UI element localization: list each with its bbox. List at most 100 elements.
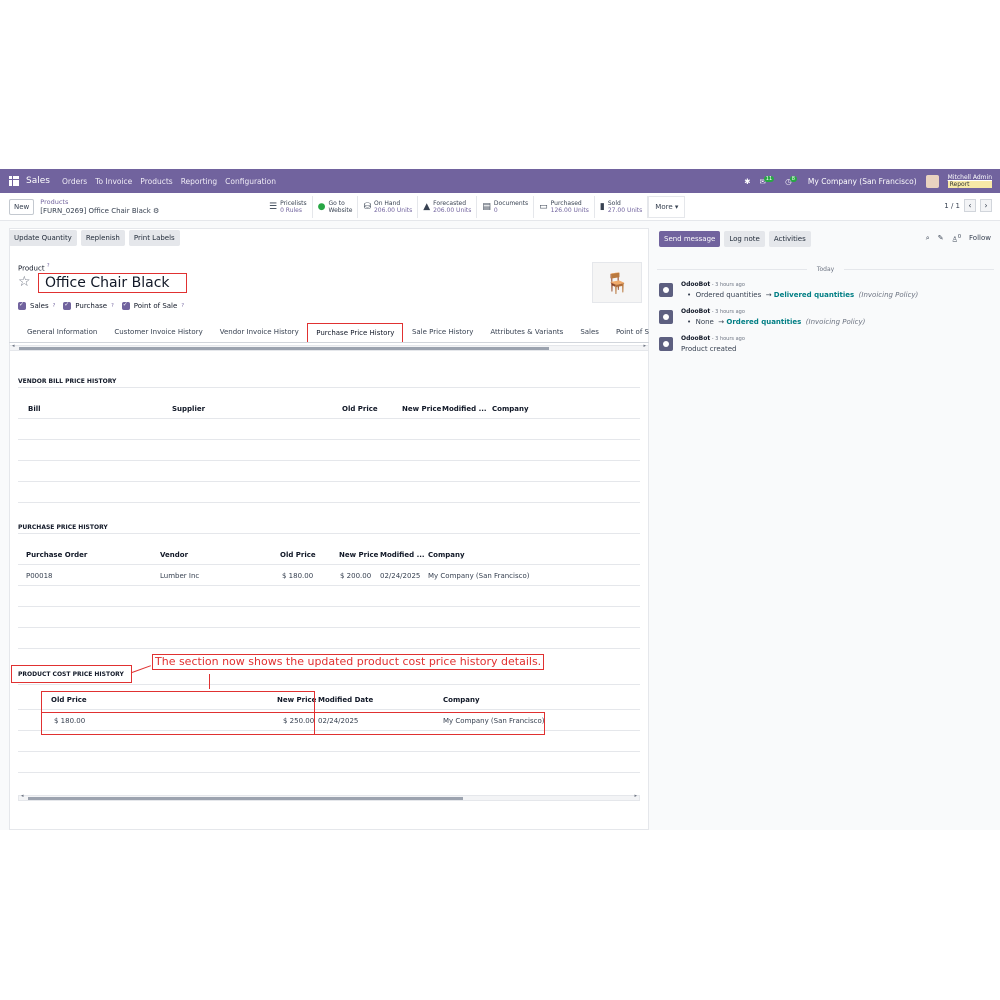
- table-scrollbar[interactable]: ◂ ▸: [18, 793, 640, 801]
- forecasted-button[interactable]: ▲ Forecasted 206.00 Units: [418, 196, 478, 218]
- app-name[interactable]: Sales: [26, 176, 50, 186]
- tab-attributes-variants[interactable]: Attributes & Variants: [482, 328, 572, 342]
- scroll-right-icon[interactable]: ▸: [634, 793, 637, 799]
- paperclip-icon[interactable]: ✎: [938, 234, 944, 243]
- message-body: • Ordered quantities → Delivered quantit…: [687, 291, 919, 299]
- col-company[interactable]: Company: [492, 405, 529, 413]
- table-row: [18, 607, 640, 628]
- col-company[interactable]: Company: [443, 696, 480, 704]
- message-author[interactable]: OdooBot: [681, 308, 710, 315]
- tab-customer-invoice-history[interactable]: Customer Invoice History: [106, 328, 211, 342]
- message-author[interactable]: OdooBot: [681, 281, 710, 288]
- col-old-price[interactable]: Old Price: [280, 551, 316, 559]
- more-button[interactable]: More ▾: [648, 196, 686, 218]
- col-new-price[interactable]: New Price: [339, 551, 378, 559]
- messages-badge: 11: [763, 175, 775, 182]
- user-name: Mitchell Admin: [947, 174, 992, 181]
- callout-connector: [131, 665, 151, 673]
- send-message-button[interactable]: Send message: [659, 231, 721, 247]
- website-button[interactable]: ● Go to Website: [313, 196, 359, 218]
- message-body: Product created: [681, 345, 737, 353]
- chatter-topbar: Send message Log note Activities: [659, 231, 811, 247]
- tab-general-information[interactable]: General Information: [9, 328, 106, 342]
- user-menu[interactable]: Mitchell Admin Report: [947, 174, 992, 188]
- cell-purchase-order: P00018: [26, 572, 53, 580]
- cell-new-price: $ 200.00: [340, 572, 372, 580]
- search-icon[interactable]: ⌕: [926, 234, 930, 243]
- cell-old-price: $ 180.00: [282, 572, 314, 580]
- purchase-checkbox[interactable]: Purchase?: [63, 301, 114, 310]
- col-new-price[interactable]: New Price: [402, 405, 441, 413]
- col-modified[interactable]: Modified ...: [380, 551, 425, 559]
- pager-next-button[interactable]: ›: [980, 199, 992, 212]
- odoobot-avatar[interactable]: [659, 337, 673, 351]
- table-row[interactable]: P00018 Lumber Inc $ 180.00 $ 200.00 02/2…: [18, 565, 640, 586]
- odoobot-avatar[interactable]: [659, 310, 673, 324]
- smart-buttons: ☰ Pricelists 0 Rules ● Go to Website ⛁ On Han…: [264, 196, 686, 218]
- col-old-price[interactable]: Old Price: [342, 405, 378, 413]
- pricelists-button[interactable]: ☰ Pricelists 0 Rules: [264, 196, 313, 218]
- product-image[interactable]: 🪑: [592, 262, 642, 303]
- company-switcher[interactable]: My Company (San Francisco): [808, 177, 917, 186]
- menu-reporting[interactable]: Reporting: [181, 177, 217, 186]
- chatter-actions: ⌕ ✎ ♙0 Follow: [926, 234, 991, 243]
- documents-button[interactable]: ▤ Documents 0: [477, 196, 535, 218]
- purchased-button[interactable]: ▭ Purchased 126.00 Units: [534, 196, 595, 218]
- messages-icon[interactable]: ✉11: [760, 175, 777, 186]
- follow-button[interactable]: Follow: [969, 234, 991, 243]
- new-button[interactable]: New: [9, 198, 35, 215]
- message-author[interactable]: OdooBot: [681, 335, 710, 342]
- col-modified-date[interactable]: Modified Date: [318, 696, 373, 704]
- pager-value[interactable]: 1 / 1: [944, 202, 960, 210]
- table-row: [18, 419, 640, 440]
- print-labels-button[interactable]: Print Labels: [128, 230, 180, 246]
- activities-icon[interactable]: ◷8: [785, 175, 799, 186]
- scrollbar-thumb[interactable]: [28, 797, 463, 800]
- tab-vendor-invoice-history[interactable]: Vendor Invoice History: [211, 328, 307, 342]
- on-hand-button[interactable]: ⛁ On Hand 206.00 Units: [358, 196, 419, 218]
- col-modified[interactable]: Modified ...: [442, 405, 487, 413]
- followers-icon[interactable]: ♙0: [952, 234, 961, 243]
- scroll-right-icon[interactable]: ▸: [643, 343, 646, 349]
- bug-icon[interactable]: ✱: [744, 177, 750, 186]
- breadcrumb-current: [FURN_0269] Office Chair Black ⚙: [40, 206, 160, 215]
- breadcrumb-products[interactable]: Products: [40, 198, 159, 207]
- update-quantity-button[interactable]: Update Quantity: [9, 230, 77, 246]
- table-row: [18, 440, 640, 461]
- product-name-field[interactable]: Office Chair Black: [38, 273, 187, 293]
- col-vendor[interactable]: Vendor: [160, 551, 188, 559]
- pager-prev-button[interactable]: ‹: [964, 199, 976, 212]
- point-of-sale-checkbox[interactable]: Point of Sale?: [121, 301, 184, 310]
- col-bill[interactable]: Bill: [28, 405, 41, 413]
- user-avatar[interactable]: [925, 174, 939, 188]
- table-header: Purchase Order Vendor Old Price New Pric…: [18, 544, 640, 565]
- scrollbar-thumb[interactable]: [19, 347, 549, 350]
- divider: [18, 533, 640, 534]
- bar-chart-icon: ▮: [599, 202, 605, 212]
- menu-orders[interactable]: Orders: [62, 177, 87, 186]
- col-supplier[interactable]: Supplier: [172, 405, 205, 413]
- vendor-bill-table: Bill Supplier Old Price New Price Modifi…: [18, 398, 640, 503]
- scroll-left-icon[interactable]: ◂: [12, 343, 15, 349]
- purchase-price-table: Purchase Order Vendor Old Price New Pric…: [18, 544, 640, 649]
- gear-icon[interactable]: ⚙: [153, 207, 159, 215]
- tab-sales[interactable]: Sales: [572, 328, 608, 342]
- col-company[interactable]: Company: [428, 551, 465, 559]
- tabs-scrollbar[interactable]: ◂ ▸: [9, 343, 649, 351]
- menu-configuration[interactable]: Configuration: [225, 177, 276, 186]
- scroll-left-icon[interactable]: ◂: [21, 793, 24, 799]
- col-purchase-order[interactable]: Purchase Order: [26, 551, 87, 559]
- log-note-button[interactable]: Log note: [724, 231, 765, 247]
- tab-point-of-sale[interactable]: Point of Sal: [607, 328, 649, 342]
- activities-button[interactable]: Activities: [768, 231, 811, 247]
- menu-products[interactable]: Products: [140, 177, 172, 186]
- odoobot-avatar[interactable]: [659, 283, 673, 297]
- replenish-button[interactable]: Replenish: [80, 230, 125, 246]
- sold-button[interactable]: ▮ Sold 27.00 Units: [595, 196, 649, 218]
- sales-checkbox[interactable]: Sales?: [18, 301, 55, 310]
- tab-sale-price-history[interactable]: Sale Price History: [403, 328, 481, 342]
- apps-grid-icon[interactable]: [9, 176, 19, 186]
- favorite-star-icon[interactable]: ☆: [18, 274, 31, 290]
- tab-purchase-price-history[interactable]: Purchase Price History: [307, 323, 404, 342]
- menu-to-invoice[interactable]: To Invoice: [95, 177, 132, 186]
